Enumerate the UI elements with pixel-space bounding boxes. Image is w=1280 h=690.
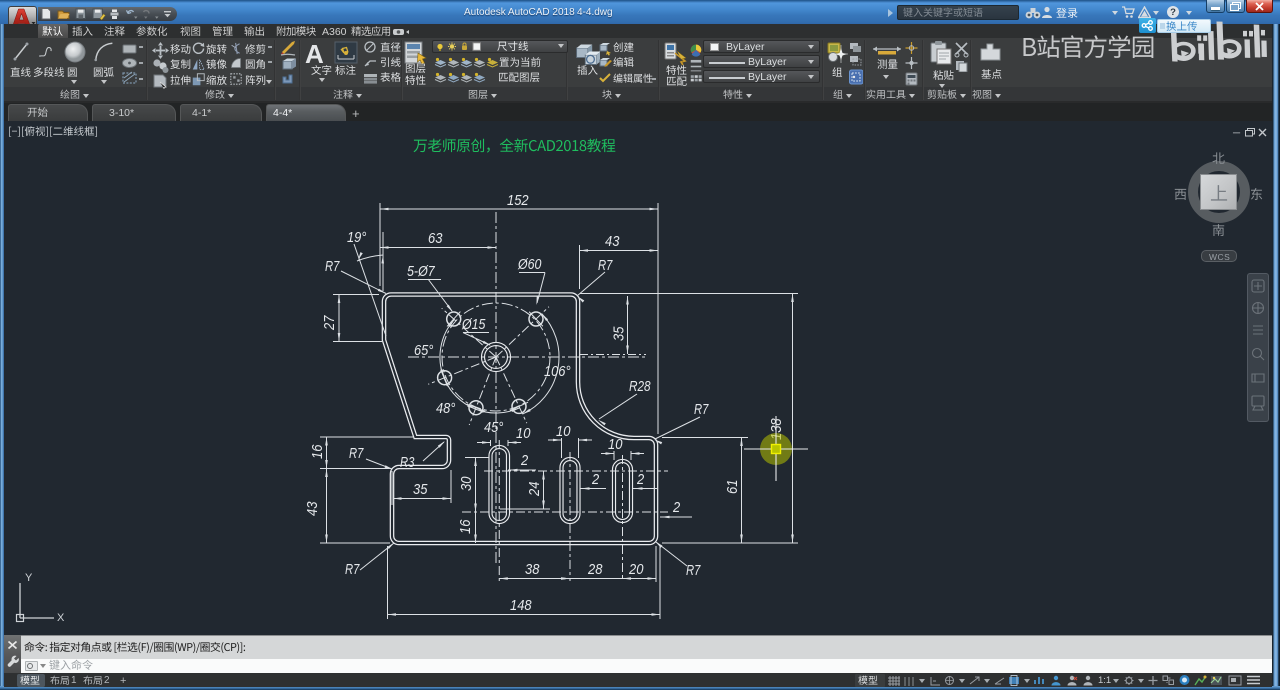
svg-text:Y: Y (25, 572, 33, 584)
svg-text:5-Ø7: 5-Ø7 (407, 263, 435, 280)
svg-text:19°: 19° (347, 229, 366, 246)
svg-text:148: 148 (510, 597, 532, 614)
svg-text:35: 35 (413, 481, 428, 498)
svg-text:28: 28 (587, 561, 603, 578)
svg-text:63: 63 (428, 230, 443, 247)
svg-text:27: 27 (321, 315, 338, 331)
svg-text:R7: R7 (325, 258, 340, 275)
svg-text:61: 61 (724, 480, 741, 494)
svg-text:R7: R7 (694, 401, 709, 418)
svg-text:20: 20 (628, 561, 644, 578)
svg-text:R3: R3 (400, 454, 415, 471)
svg-text:48°: 48° (436, 400, 455, 417)
svg-text:43: 43 (605, 233, 620, 250)
svg-text:152: 152 (507, 192, 529, 209)
svg-text:2: 2 (520, 452, 529, 469)
svg-text:R28: R28 (629, 378, 651, 395)
svg-text:2: 2 (591, 471, 600, 488)
svg-text:65°: 65° (414, 342, 433, 359)
svg-text:Ø15: Ø15 (461, 316, 486, 333)
svg-text:?: ? (1170, 7, 1176, 18)
svg-text:2: 2 (636, 471, 645, 488)
svg-text:38: 38 (525, 561, 540, 578)
svg-text:43: 43 (304, 501, 321, 516)
svg-text:R7: R7 (345, 561, 360, 578)
svg-text:Ø60: Ø60 (517, 256, 542, 273)
svg-text:16: 16 (309, 444, 326, 459)
svg-text:10: 10 (516, 425, 531, 442)
svg-text:16: 16 (457, 519, 474, 534)
svg-text:R7: R7 (686, 562, 701, 579)
svg-text:X: X (57, 612, 65, 624)
svg-text:R7: R7 (349, 445, 364, 462)
svg-text:30: 30 (458, 476, 475, 491)
svg-text:R7: R7 (598, 257, 613, 274)
svg-text:2: 2 (672, 499, 681, 516)
svg-text:45°: 45° (484, 419, 503, 436)
svg-text:35: 35 (611, 326, 628, 341)
svg-text:106°: 106° (544, 363, 571, 380)
svg-text:24: 24 (526, 482, 543, 497)
svg-text:10: 10 (556, 423, 571, 440)
svg-text:10: 10 (608, 436, 623, 453)
